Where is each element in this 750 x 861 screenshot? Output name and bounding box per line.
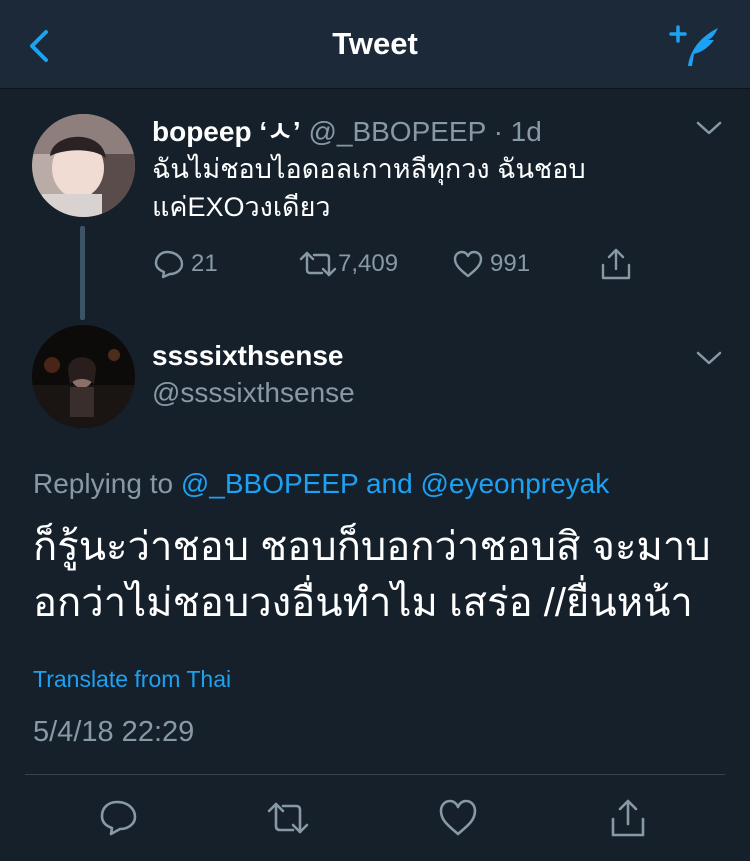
separator-dot: · <box>493 116 503 147</box>
replying-to: Replying to @_BBOPEEP and @eyeonpreyak <box>33 468 609 500</box>
parent-retweet-button[interactable]: 7,409 <box>298 249 398 279</box>
retweet-icon[interactable] <box>266 798 310 838</box>
main-more-chevron-icon[interactable] <box>696 350 722 366</box>
replying-user-eyeonpreyak[interactable]: @eyeonpreyak <box>420 468 609 499</box>
parent-text-line-2: แค่EXOวงเดียว <box>152 192 331 222</box>
tweet-timestamp: 5/4/18 22:29 <box>33 716 195 748</box>
parent-display-name[interactable]: bopeep ‘ㅅ’ <box>152 116 301 147</box>
parent-more-chevron-icon[interactable] <box>696 120 722 136</box>
parent-handle[interactable]: @_BBOPEEP <box>308 116 485 147</box>
replying-and[interactable]: and <box>366 468 413 499</box>
top-bar: Tweet <box>0 0 750 89</box>
main-tweet-name: ssssixthsense <box>152 340 343 372</box>
main-text-line-1: ก็รู้นะว่าชอบ ชอบก็บอกว่าชอบสิ จะมาบ <box>33 525 711 569</box>
share-icon[interactable] <box>608 798 648 838</box>
parent-like-button[interactable]: 991 <box>452 249 530 279</box>
thread-connector-line <box>80 226 85 320</box>
avatar-ssssixthsense[interactable] <box>32 325 135 428</box>
page-title: Tweet <box>332 26 418 61</box>
parent-like-count: 991 <box>490 250 531 277</box>
parent-text-line-1: ฉันไม่ชอบไอดอลเกาหลีทุกวง ฉันชอบ <box>152 154 586 184</box>
main-display-name[interactable]: ssssixthsense <box>152 340 343 371</box>
reply-icon[interactable] <box>99 798 139 838</box>
parent-reply-count: 21 <box>191 250 218 277</box>
parent-tweet-age: 1d <box>510 116 542 147</box>
heart-icon <box>453 250 483 278</box>
reply-icon <box>154 250 184 279</box>
parent-tweet-text: ฉันไม่ชอบไอดอลเกาหลีทุกวง ฉันชอบ แค่EXOว… <box>152 150 586 226</box>
main-handle[interactable]: @ssssixthsense <box>152 377 355 409</box>
main-text-line-2: อกว่าไม่ชอบวงอื่นทำไม เสร่อ //ยื่นหน้า <box>33 581 693 625</box>
parent-share-icon[interactable] <box>599 247 633 281</box>
compose-tweet-icon[interactable] <box>668 22 724 70</box>
parent-retweet-count: 7,409 <box>338 250 399 277</box>
divider <box>25 774 725 775</box>
replying-user-bbopeep[interactable]: @_BBOPEEP <box>181 468 358 499</box>
retweet-icon <box>299 251 337 277</box>
main-tweet-text: ก็รู้นะว่าชอบ ชอบก็บอกว่าชอบสิ จะมาบ อกว… <box>33 519 733 631</box>
parent-tweet-header: bopeep ‘ㅅ’ @_BBOPEEP · 1d <box>152 110 542 150</box>
parent-reply-button[interactable]: 21 <box>153 249 218 279</box>
like-heart-icon[interactable] <box>438 798 478 838</box>
avatar-bopeep[interactable] <box>32 114 135 217</box>
translate-link[interactable]: Translate from Thai <box>33 666 231 693</box>
replying-prefix: Replying to <box>33 468 174 499</box>
